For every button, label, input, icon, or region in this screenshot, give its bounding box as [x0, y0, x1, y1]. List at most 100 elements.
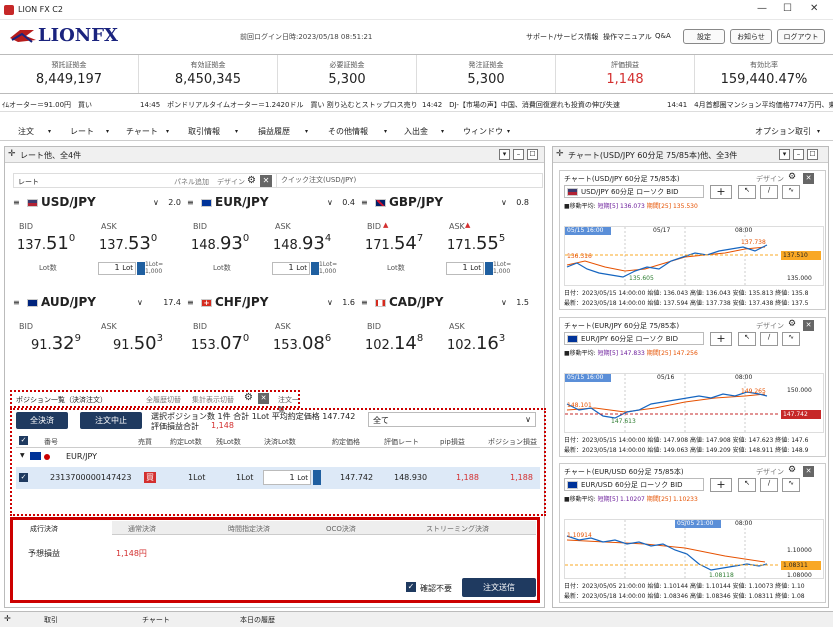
rate-card-eurjpy[interactable]: ≡ EUR/JPY ∨ 0.4 BID ASK 148.930 148.934 …: [187, 195, 357, 283]
add-icon[interactable]: +: [710, 478, 732, 492]
rate-card-cadjpy[interactable]: ≡ CAD/JPY ∨ 1.5 BID ASK 102.148 102.163: [361, 295, 531, 383]
col-price[interactable]: 約定価格: [332, 437, 360, 447]
drag-handle-icon[interactable]: ✛: [556, 149, 564, 159]
menu-option[interactable]: オプション取引: [755, 126, 811, 137]
ticker-item[interactable]: 14:42 DJ-【市場の声】中国、消費回復遅れも投資の伸び失速: [422, 100, 620, 110]
ask-price[interactable]: 102.163: [447, 333, 505, 354]
panel-menu-icon[interactable]: ▾: [779, 149, 790, 160]
menu-window[interactable]: ウィンドウ: [463, 126, 503, 137]
ask-price[interactable]: 91.503: [113, 333, 163, 354]
bottom-tab-history[interactable]: 本日の履歴: [240, 615, 275, 625]
close-icon[interactable]: ✕: [258, 393, 269, 404]
design-link[interactable]: デザイン: [217, 177, 245, 187]
close-icon[interactable]: ✕: [803, 173, 814, 184]
logout-button[interactable]: ログアウト: [777, 29, 825, 44]
manual-link[interactable]: 操作マニュアル: [603, 32, 652, 42]
chart-pair-select[interactable]: EUR/JPY 60分足 ローソク BID: [564, 332, 704, 345]
pointer-icon[interactable]: ↖: [738, 478, 756, 492]
menu-chart[interactable]: チャート: [126, 126, 158, 137]
drag-handle-icon[interactable]: ✛: [8, 149, 16, 159]
indicator-icon[interactable]: ∿: [782, 185, 800, 199]
maximize-icon[interactable]: ☐: [783, 3, 792, 14]
bottom-tab-chart[interactable]: チャート: [142, 615, 170, 625]
tab-market-close[interactable]: 成行決済: [14, 521, 112, 535]
no-confirm-checkbox[interactable]: ✓: [406, 582, 416, 592]
close-lot-input[interactable]: 1 Lot: [263, 470, 311, 485]
rate-card-audjpy[interactable]: ≡ AUD/JPY ∨ 17.4 BID ASK 91.329 91.503: [13, 295, 183, 383]
close-all-button[interactable]: 全決済: [16, 412, 68, 429]
menu-other-info[interactable]: その他情報: [328, 126, 368, 137]
indicator-icon[interactable]: ∿: [782, 332, 800, 346]
add-icon[interactable]: +: [710, 332, 732, 346]
chevron-down-icon[interactable]: ∨: [327, 298, 333, 307]
gear-icon[interactable]: ⚙: [244, 392, 253, 403]
send-order-button[interactable]: 注文送信: [462, 578, 536, 597]
lot-input[interactable]: 1 Lot: [272, 262, 310, 275]
tab-all-history[interactable]: 全履歴切替: [146, 395, 181, 405]
chevron-down-icon[interactable]: ∨: [137, 298, 143, 307]
select-all-checkbox[interactable]: ✓: [19, 436, 28, 445]
stepper-icon[interactable]: [313, 470, 321, 485]
chart-pair-select[interactable]: USD/JPY 60分足 ローソク BID: [564, 185, 704, 198]
indicator-icon[interactable]: ∿: [782, 478, 800, 492]
lot-input[interactable]: 1 Lot: [446, 262, 484, 275]
rate-card-gbpjpy[interactable]: ≡ GBP/JPY ∨ 0.8 BID ▲ ASK ▲ 171.547 171.…: [361, 195, 531, 283]
rate-card-usdjpy[interactable]: ≡ USD/JPY ∨ 2.0 BID ASK 137.510 137.530 …: [13, 195, 183, 283]
tab-time-close[interactable]: 時間指定決済: [228, 524, 270, 534]
col-id[interactable]: 番号: [44, 437, 58, 447]
gear-icon[interactable]: ⚙: [788, 319, 796, 329]
menu-trade-info[interactable]: 取引情報: [188, 126, 220, 137]
news-ticker[interactable]: ｲﾑオーター＝91.00円 買い 14:45 ポンドリアルタイムオーター＝1.2…: [0, 96, 833, 112]
minimize-icon[interactable]: —: [757, 3, 767, 14]
tab-oco-close[interactable]: OCO決済: [326, 524, 356, 534]
pointer-icon[interactable]: ↖: [738, 185, 756, 199]
ticker-item[interactable]: ｲﾑオーター＝91.00円 買い: [2, 100, 92, 110]
cancel-order-button[interactable]: 注文中止: [80, 412, 142, 429]
ticker-item[interactable]: 14:45 ポンドリアルタイムオーター＝1.2420ドル 買い 割り込むとストッ…: [140, 100, 418, 110]
design-link[interactable]: デザイン: [756, 174, 784, 184]
settings-button[interactable]: 設定: [683, 29, 725, 44]
design-link[interactable]: デザイン: [756, 321, 784, 331]
gear-icon[interactable]: ⚙: [788, 465, 796, 475]
draw-line-icon[interactable]: ∕: [760, 478, 778, 492]
panel-menu-icon[interactable]: ▾: [499, 149, 510, 160]
close-icon[interactable]: ✕: [803, 320, 814, 331]
chart-canvas[interactable]: 05/15 16:00 05/16 08:00 150.000 149.265 …: [564, 373, 824, 434]
stepper-icon[interactable]: [311, 262, 319, 275]
col-pl[interactable]: ポジション損益: [488, 437, 537, 447]
stepper-icon[interactable]: [137, 262, 145, 275]
ask-price[interactable]: 137.530: [99, 233, 157, 254]
bid-price[interactable]: 148.930: [191, 233, 249, 254]
faq-link[interactable]: Q&A: [655, 32, 671, 40]
tab-aggregate[interactable]: 集計表示切替: [192, 395, 234, 405]
quick-order-label[interactable]: クイック注文(USD/JPY): [276, 174, 516, 187]
menu-deposit[interactable]: 入出金: [404, 126, 428, 137]
panel-maximize-icon[interactable]: ☐: [527, 149, 538, 160]
group-row[interactable]: ▼ EUR/JPY: [16, 451, 216, 464]
collapse-icon[interactable]: ▼: [20, 452, 25, 459]
close-icon[interactable]: ✕: [810, 3, 818, 14]
design-link[interactable]: デザイン: [756, 467, 784, 477]
menu-icon[interactable]: ≡: [187, 198, 194, 207]
panel-minimize-icon[interactable]: –: [513, 149, 524, 160]
chevron-down-icon[interactable]: ∨: [501, 298, 507, 307]
add-icon[interactable]: +: [710, 185, 732, 199]
col-remain[interactable]: 残Lot数: [216, 437, 241, 447]
draw-line-icon[interactable]: ∕: [760, 332, 778, 346]
menu-icon[interactable]: ≡: [361, 198, 368, 207]
menu-icon[interactable]: ≡: [361, 298, 368, 307]
bid-price[interactable]: 91.329: [31, 333, 81, 354]
lot-input[interactable]: 1 Lot: [98, 262, 136, 275]
ask-price[interactable]: 153.086: [273, 333, 331, 354]
bid-price[interactable]: 102.148: [365, 333, 423, 354]
bid-price[interactable]: 171.547: [365, 233, 423, 254]
rate-tab[interactable]: レート: [18, 177, 39, 187]
chart-canvas[interactable]: 05/05 21:00 08:00 1.10914 1.08118 1.1000…: [564, 519, 824, 580]
chevron-down-icon[interactable]: ∨: [501, 198, 507, 207]
tab-streaming-close[interactable]: ストリーミング決済: [426, 524, 489, 534]
menu-icon[interactable]: ≡: [187, 298, 194, 307]
close-icon[interactable]: ✕: [260, 175, 272, 187]
chevron-down-icon[interactable]: ∨: [153, 198, 159, 207]
chart-pair-select[interactable]: EUR/USD 60分足 ローソク BID: [564, 478, 704, 491]
gear-icon[interactable]: ⚙: [247, 175, 256, 186]
